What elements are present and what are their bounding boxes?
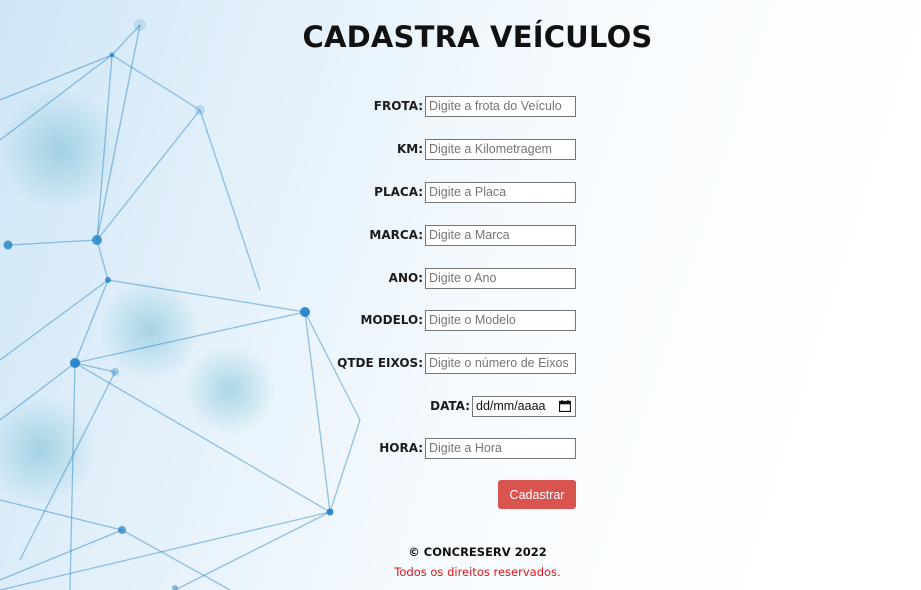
ano-label: ANO: — [388, 271, 423, 285]
hora-label: HORA: — [379, 441, 423, 455]
ano-input[interactable] — [425, 267, 576, 289]
marca-row: MARCA: — [369, 224, 576, 246]
cadastrar-button[interactable]: Cadastrar — [498, 480, 576, 509]
placa-input[interactable] — [425, 181, 576, 203]
ano-row: ANO: — [389, 267, 576, 289]
km-input[interactable] — [425, 138, 576, 160]
placa-label: PLACA: — [374, 185, 423, 199]
footer-copyright: © CONCRESERV 2022 — [408, 545, 547, 559]
hora-input[interactable] — [425, 437, 576, 459]
calendar-icon[interactable] — [559, 400, 571, 412]
km-row: KM: — [397, 138, 576, 160]
modelo-label: MODELO: — [360, 313, 423, 327]
km-label: KM: — [396, 142, 423, 156]
modelo-row: MODELO: — [360, 309, 576, 331]
page: CADASTRA VEÍCULOS FROTA: KM: PLACA: MARC… — [0, 0, 921, 590]
page-title: CADASTRA VEÍCULOS — [302, 20, 653, 54]
frota-label: FROTA: — [373, 99, 423, 113]
qtde-eixos-row: QTDE EIXOS: — [337, 352, 576, 374]
data-row: DATA: dd/mm/aaaa — [430, 395, 576, 417]
frota-row: FROTA: — [374, 95, 576, 117]
placa-row: PLACA: — [374, 181, 576, 203]
qtde-eixos-label: QTDE EIXOS: — [337, 356, 423, 370]
date-input[interactable]: dd/mm/aaaa — [472, 395, 576, 417]
qtde-eixos-input[interactable] — [425, 352, 576, 374]
date-value: dd/mm/aaaa — [476, 399, 546, 413]
hora-row: HORA: — [379, 437, 576, 459]
footer-rights: Todos os direitos reservados. — [394, 565, 561, 579]
marca-label: MARCA: — [369, 228, 423, 242]
marca-input[interactable] — [425, 224, 576, 246]
modelo-input[interactable] — [425, 309, 576, 331]
data-label: DATA: — [430, 399, 470, 413]
frota-input[interactable] — [425, 95, 576, 117]
